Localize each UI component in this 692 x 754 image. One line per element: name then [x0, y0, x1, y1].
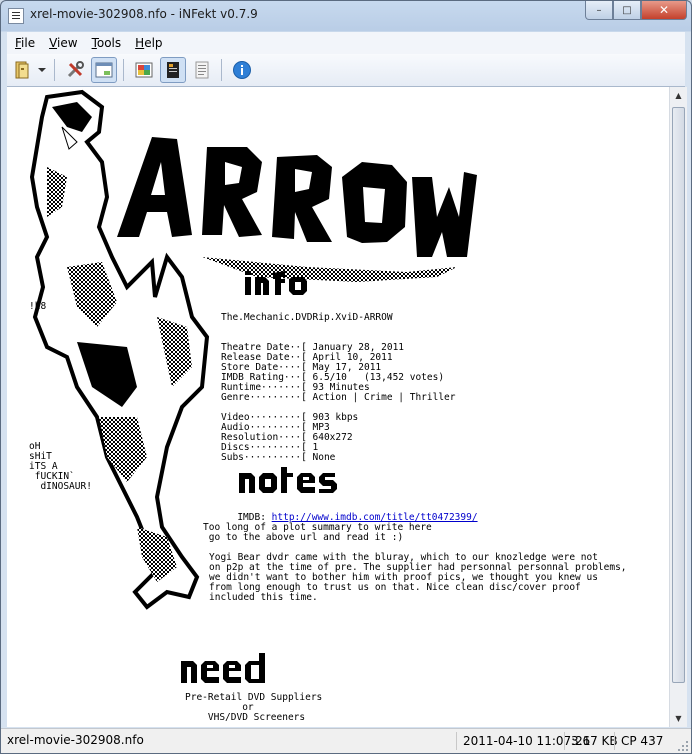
menu-help[interactable]: Help	[127, 36, 168, 50]
toolbar-separator	[123, 59, 124, 81]
open-dropdown-button[interactable]	[36, 57, 48, 83]
info-icon	[233, 61, 251, 79]
menu-bar: File View Tools Help	[7, 32, 685, 54]
maximize-icon: □	[622, 4, 632, 16]
settings-tools-icon	[67, 61, 84, 78]
notes-text: Yogi Bear dvdr came with the bluray, whi…	[209, 552, 627, 603]
open-file-icon	[15, 61, 29, 79]
arrow-logo-ascii	[117, 137, 477, 282]
classic-view-icon	[167, 62, 179, 78]
info-heading-ascii	[245, 271, 307, 295]
menu-view[interactable]: View	[41, 36, 83, 50]
status-size: 3.67 KB	[564, 732, 618, 750]
close-button[interactable]: ✕	[641, 1, 687, 20]
title-bar[interactable]: xrel-movie-302908.nfo - iNFekt v0.7.9 – …	[1, 1, 691, 31]
main-window: xrel-movie-302908.nfo - iNFekt v0.7.9 – …	[0, 0, 692, 754]
scroll-down-icon: ▼	[675, 714, 682, 723]
caption-buttons: – □ ✕	[585, 1, 687, 21]
plot-text: Too long of a plot summary to write here…	[203, 522, 432, 543]
nfo-view[interactable]: !h8 oH sHiT iTS A fUCKIN` dINOSAUR! The.…	[7, 87, 669, 727]
toolbar	[7, 54, 685, 87]
status-codepage: CP 437	[614, 732, 663, 750]
side-comment-dinosaur: oH sHiT iTS A fUCKIN` dINOSAUR!	[29, 441, 92, 492]
text-only-view-icon	[195, 61, 209, 79]
close-icon: ✕	[658, 3, 670, 17]
app-icon	[8, 8, 24, 24]
vertical-scrollbar[interactable]: ▲ ▼	[669, 87, 687, 727]
status-filename: xrel-movie-302908.nfo	[7, 733, 144, 747]
minimize-icon: –	[596, 4, 602, 16]
scroll-up-button[interactable]: ▲	[670, 87, 687, 104]
about-button[interactable]	[229, 57, 255, 83]
menu-file[interactable]: File	[7, 36, 41, 50]
need-text: Pre-Retail DVD Suppliers or VHS/DVD Scre…	[185, 692, 323, 723]
side-comment-h8: !h8	[29, 301, 47, 312]
minimize-button[interactable]: –	[585, 1, 613, 20]
tech-info-block: Video·········[ 903 kbps Audio·········[…	[221, 412, 359, 463]
resize-grip-icon[interactable]	[677, 740, 689, 752]
rendered-view-icon	[95, 62, 113, 78]
notes-heading-ascii	[239, 467, 337, 493]
rendered-view-button[interactable]	[91, 57, 117, 83]
release-info-block: Theatre Date··[ January 28, 2011 Release…	[221, 342, 456, 403]
color-palette-button[interactable]	[131, 57, 157, 83]
need-heading-ascii	[181, 653, 265, 683]
menu-tools[interactable]: Tools	[84, 36, 128, 50]
color-palette-icon	[135, 62, 153, 78]
scroll-down-button[interactable]: ▼	[670, 710, 687, 727]
maximize-button[interactable]: □	[613, 1, 641, 20]
toolbar-separator	[221, 59, 222, 81]
status-bar: xrel-movie-302908.nfo 2011-04-10 11:07:2…	[1, 728, 691, 753]
scroll-up-icon: ▲	[675, 91, 682, 100]
dropdown-arrow-icon	[38, 68, 46, 72]
classic-view-button[interactable]	[160, 57, 186, 83]
toolbar-separator	[54, 59, 55, 81]
open-file-button[interactable]	[10, 57, 36, 83]
window-title: xrel-movie-302908.nfo - iNFekt v0.7.9	[30, 7, 258, 21]
text-only-view-button[interactable]	[189, 57, 215, 83]
release-name: The.Mechanic.DVDRip.XviD-ARROW	[221, 312, 393, 323]
scroll-thumb[interactable]	[672, 107, 685, 683]
settings-button[interactable]	[62, 57, 88, 83]
